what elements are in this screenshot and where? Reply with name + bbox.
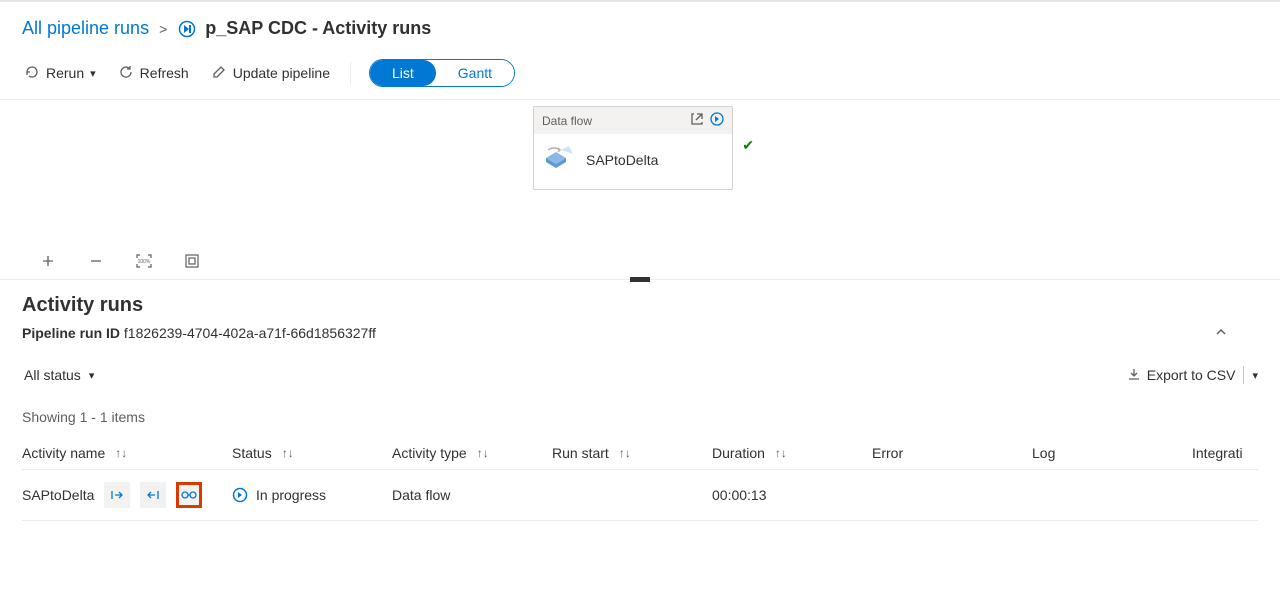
th-integration[interactable]: Integrati	[1192, 445, 1280, 461]
rerun-label: Rerun	[46, 65, 84, 81]
activity-run-icon[interactable]	[710, 112, 724, 129]
export-divider	[1243, 366, 1244, 384]
zoom-out-button[interactable]	[86, 251, 106, 271]
result-count: Showing 1 - 1 items	[22, 409, 1258, 425]
table-header: Activity name ↑↓ Status ↑↓ Activity type…	[22, 437, 1258, 470]
breadcrumb: All pipeline runs > p_SAP CDC - Activity…	[0, 0, 1280, 47]
rerun-icon	[24, 64, 40, 83]
breadcrumb-root-link[interactable]: All pipeline runs	[22, 18, 149, 39]
activity-runs-table: Activity name ↑↓ Status ↑↓ Activity type…	[22, 437, 1258, 521]
activity-node-body: SAPtoDelta	[534, 134, 732, 189]
breadcrumb-separator: >	[159, 21, 167, 37]
view-gantt-button[interactable]: Gantt	[436, 60, 514, 86]
breadcrumb-current: p_SAP CDC - Activity runs	[177, 18, 431, 39]
th-label: Duration	[712, 445, 765, 461]
svg-text:100%: 100%	[138, 259, 151, 265]
rerun-button[interactable]: Rerun ▾	[22, 60, 98, 87]
cell-activity-name: SAPtoDelta	[22, 487, 94, 503]
th-label: Integrati	[1192, 445, 1243, 461]
run-id-label: Pipeline run ID	[22, 325, 120, 341]
sort-icon: ↑↓	[477, 446, 489, 460]
activity-status-success-icon: ✔	[742, 137, 754, 154]
activity-node-header: Data flow	[534, 107, 732, 134]
th-duration[interactable]: Duration ↑↓	[712, 445, 872, 461]
status-filter-dropdown[interactable]: All status ▾	[22, 363, 96, 387]
sort-icon: ↑↓	[115, 446, 127, 460]
activity-node[interactable]: Data flow SAPtoDelta	[533, 106, 733, 190]
th-error[interactable]: Error	[872, 445, 1032, 461]
collapse-panel-button[interactable]	[1214, 325, 1228, 342]
th-label: Status	[232, 445, 272, 461]
sort-icon: ↑↓	[619, 446, 631, 460]
th-label: Activity name	[22, 445, 105, 461]
pipeline-icon	[177, 19, 197, 39]
row-details-glasses-icon[interactable]	[176, 482, 202, 508]
row-output-icon[interactable]	[140, 482, 166, 508]
refresh-label: Refresh	[140, 65, 189, 81]
zoom-reset-button[interactable]	[182, 251, 202, 271]
dataflow-icon	[544, 144, 574, 175]
update-pipeline-label: Update pipeline	[233, 65, 330, 81]
th-label: Activity type	[392, 445, 467, 461]
th-label: Error	[872, 445, 903, 461]
th-label: Log	[1032, 445, 1055, 461]
breadcrumb-current-label: p_SAP CDC - Activity runs	[205, 18, 431, 39]
update-pipeline-button[interactable]: Update pipeline	[209, 60, 332, 87]
view-toggle: List Gantt	[369, 59, 515, 87]
export-csv-button[interactable]: Export to CSV	[1127, 367, 1236, 384]
in-progress-spinner-icon	[232, 487, 248, 503]
refresh-button[interactable]: Refresh	[116, 60, 191, 87]
sort-icon: ↑↓	[282, 446, 294, 460]
export-more-button[interactable]: ▾	[1252, 369, 1258, 382]
pipeline-run-id: Pipeline run ID f1826239-4704-402a-a71f-…	[22, 325, 1258, 341]
zoom-in-button[interactable]	[38, 251, 58, 271]
sort-icon: ↑↓	[775, 446, 787, 460]
activity-node-name: SAPtoDelta	[586, 152, 658, 168]
panel-title: Activity runs	[22, 294, 1258, 317]
chevron-down-icon: ▾	[90, 67, 96, 80]
th-status[interactable]: Status ↑↓	[232, 445, 392, 461]
chevron-down-icon: ▾	[89, 369, 95, 382]
cell-duration: 00:00:13	[712, 487, 872, 503]
activity-runs-panel: Activity runs Pipeline run ID f1826239-4…	[0, 280, 1280, 535]
table-row: SAPtoDelta In progress Data flow 00:	[22, 470, 1258, 521]
splitter-handle[interactable]	[630, 277, 650, 282]
pencil-icon	[211, 64, 227, 83]
run-id-value: f1826239-4704-402a-a71f-66d1856327ff	[124, 325, 376, 341]
export-csv-label: Export to CSV	[1147, 367, 1236, 383]
chevron-down-icon: ▾	[1252, 369, 1258, 382]
th-activity-type[interactable]: Activity type ↑↓	[392, 445, 552, 461]
canvas-controls: 100%	[38, 251, 202, 271]
status-filter-label: All status	[24, 367, 81, 383]
view-list-button[interactable]: List	[370, 60, 436, 86]
zoom-fit-button[interactable]: 100%	[134, 251, 154, 271]
download-icon	[1127, 367, 1141, 384]
canvas[interactable]: Data flow SAPtoDelta	[0, 100, 1280, 280]
th-label: Run start	[552, 445, 609, 461]
cell-status: In progress	[256, 487, 326, 503]
th-activity-name[interactable]: Activity name ↑↓	[22, 445, 232, 461]
th-log[interactable]: Log	[1032, 445, 1192, 461]
activity-node-type: Data flow	[542, 114, 592, 128]
refresh-icon	[118, 64, 134, 83]
open-external-icon[interactable]	[690, 112, 704, 129]
row-input-icon[interactable]	[104, 482, 130, 508]
toolbar: Rerun ▾ Refresh Update pipeline List Gan…	[0, 47, 1280, 100]
toolbar-divider	[350, 62, 351, 84]
th-run-start[interactable]: Run start ↑↓	[552, 445, 712, 461]
cell-activity-type: Data flow	[392, 487, 552, 503]
